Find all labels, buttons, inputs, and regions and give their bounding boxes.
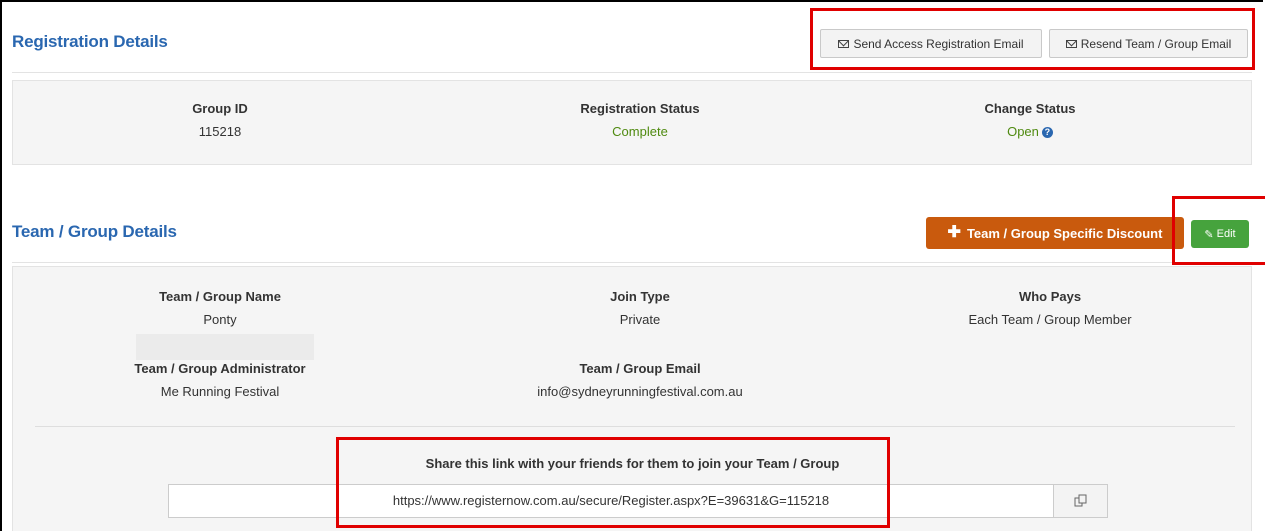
- section-divider: [12, 72, 1252, 73]
- pencil-icon: ✎: [1204, 228, 1214, 241]
- team-group-email-value: info@sydneyrunningfestival.com.au: [537, 384, 743, 399]
- group-id-field: Group ID 115218: [100, 101, 340, 139]
- edit-button[interactable]: ✎ Edit: [1191, 220, 1249, 248]
- team-group-administrator-value: Me Running Festival: [160, 384, 280, 399]
- team-group-name-value: Ponty: [203, 312, 237, 327]
- send-access-registration-email-button[interactable]: Send Access Registration Email: [820, 29, 1042, 58]
- frame-border-left: [0, 0, 2, 531]
- join-type-field: Join Type Private: [510, 289, 770, 327]
- copy-icon: [1074, 494, 1086, 507]
- team-group-name-field: Team / Group Name Ponty: [100, 289, 340, 327]
- panel-divider: [35, 426, 1235, 427]
- share-link-label: Share this link with your friends for th…: [425, 456, 840, 471]
- change-status-link[interactable]: Open?: [910, 124, 1150, 139]
- group-id-value: 115218: [198, 124, 242, 139]
- team-group-details-title: Team / Group Details: [12, 222, 177, 241]
- envelope-icon: [1065, 39, 1077, 48]
- team-group-email-field: Team / Group Email info@sydneyrunningfes…: [480, 361, 800, 399]
- share-link-input[interactable]: https://www.registernow.com.au/secure/Re…: [168, 484, 1054, 518]
- envelope-icon: [838, 39, 850, 48]
- plus-icon: ✚: [947, 224, 961, 241]
- registration-status-value: Complete: [612, 124, 668, 139]
- frame-border-top: [0, 0, 1263, 2]
- copy-link-button[interactable]: [1053, 484, 1108, 518]
- registration-status-field: Registration Status Complete: [510, 101, 770, 139]
- registration-details-title: Registration Details: [12, 32, 168, 51]
- team-group-specific-discount-button[interactable]: ✚ Team / Group Specific Discount: [926, 217, 1184, 249]
- redacted-area: [136, 334, 314, 360]
- resend-team-group-email-button[interactable]: Resend Team / Group Email: [1049, 29, 1248, 58]
- section-divider: [12, 262, 1252, 263]
- join-type-value: Private: [619, 312, 661, 327]
- who-pays-value: Each Team / Group Member: [968, 312, 1132, 327]
- team-group-administrator-field: Team / Group Administrator Me Running Fe…: [90, 361, 350, 399]
- who-pays-field: Who Pays Each Team / Group Member: [900, 289, 1200, 327]
- help-icon[interactable]: ?: [1041, 127, 1053, 139]
- change-status-field: Change Status Open?: [910, 101, 1150, 139]
